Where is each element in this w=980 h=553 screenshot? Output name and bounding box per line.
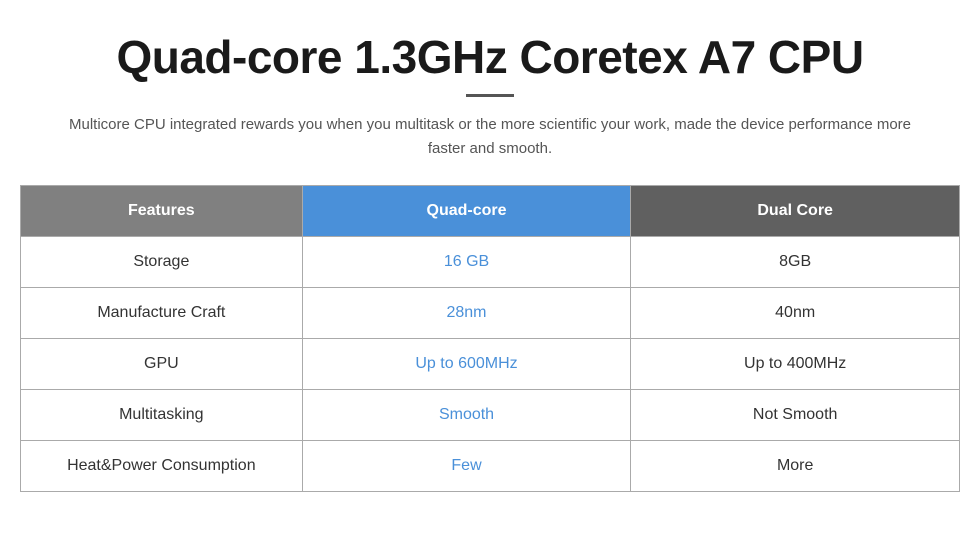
row-feature-3: Multitasking <box>21 390 303 441</box>
row-quadcore-val-1: 28nm <box>302 288 631 339</box>
row-dualcore-val-0: 8GB <box>631 237 960 288</box>
title-divider <box>466 94 514 97</box>
row-quadcore-val-0: 16 GB <box>302 237 631 288</box>
subtitle-text: Multicore CPU integrated rewards you whe… <box>60 113 920 161</box>
table-row: Storage16 GB8GB <box>21 237 960 288</box>
page-title: Quad-core 1.3GHz Coretex A7 CPU <box>116 30 863 84</box>
comparison-table: Features Quad-core Dual Core Storage16 G… <box>20 185 960 492</box>
table-row: GPUUp to 600MHzUp to 400MHz <box>21 339 960 390</box>
row-quadcore-val-3: Smooth <box>302 390 631 441</box>
row-feature-4: Heat&Power Consumption <box>21 441 303 492</box>
row-dualcore-val-1: 40nm <box>631 288 960 339</box>
table-row: MultitaskingSmoothNot Smooth <box>21 390 960 441</box>
row-feature-2: GPU <box>21 339 303 390</box>
row-dualcore-val-3: Not Smooth <box>631 390 960 441</box>
table-row: Heat&Power ConsumptionFewMore <box>21 441 960 492</box>
header-dualcore: Dual Core <box>631 186 960 237</box>
row-feature-1: Manufacture Craft <box>21 288 303 339</box>
row-dualcore-val-2: Up to 400MHz <box>631 339 960 390</box>
row-dualcore-val-4: More <box>631 441 960 492</box>
table-row: Manufacture Craft28nm40nm <box>21 288 960 339</box>
row-quadcore-val-2: Up to 600MHz <box>302 339 631 390</box>
header-quadcore: Quad-core <box>302 186 631 237</box>
row-feature-0: Storage <box>21 237 303 288</box>
header-features: Features <box>21 186 303 237</box>
row-quadcore-val-4: Few <box>302 441 631 492</box>
